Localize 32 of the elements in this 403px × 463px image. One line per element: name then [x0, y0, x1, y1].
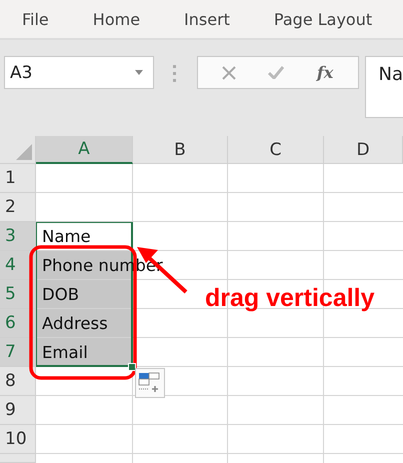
menu-tab[interactable]: Insert — [182, 6, 232, 32]
row-header[interactable]: 8 — [0, 367, 36, 396]
row-header[interactable]: 6 — [0, 309, 36, 338]
row-header[interactable]: 2 — [0, 193, 36, 222]
column-header[interactable]: B — [133, 136, 228, 164]
column-header[interactable]: A — [36, 136, 133, 164]
row-header[interactable]: 4 — [0, 251, 36, 280]
insert-function-button[interactable]: fx — [316, 63, 334, 82]
row-header[interactable]: 9 — [0, 396, 36, 425]
select-all-icon[interactable] — [16, 144, 32, 160]
dropdown-arrow-icon — [134, 70, 143, 75]
menu-tab[interactable]: File — [20, 6, 51, 32]
table-cell[interactable]: DOB — [36, 280, 133, 309]
check-icon[interactable] — [268, 66, 284, 79]
fill-handle[interactable] — [128, 363, 136, 371]
menu-tab[interactable]: Page Layout — [272, 6, 374, 32]
formula-input-field[interactable]: Na — [364, 56, 403, 118]
annotation-label: drag vertically — [205, 284, 375, 313]
column-header[interactable]: C — [228, 136, 324, 164]
autofill-options-icon[interactable] — [135, 368, 165, 398]
row-header[interactable] — [0, 454, 36, 463]
table-cell[interactable]: Address — [36, 309, 133, 338]
row-header[interactable]: 10 — [0, 425, 36, 454]
cancel-icon[interactable] — [222, 66, 236, 80]
row-header[interactable]: 7 — [0, 338, 36, 367]
name-box[interactable]: A3 — [4, 56, 154, 89]
row-header[interactable]: 1 — [0, 164, 36, 193]
row-header[interactable]: 5 — [0, 280, 36, 309]
row-header[interactable]: 3 — [0, 222, 36, 251]
menu-tab[interactable]: Home — [90, 6, 142, 32]
column-header[interactable]: D — [324, 136, 403, 164]
grip-dots-icon — [172, 65, 177, 83]
